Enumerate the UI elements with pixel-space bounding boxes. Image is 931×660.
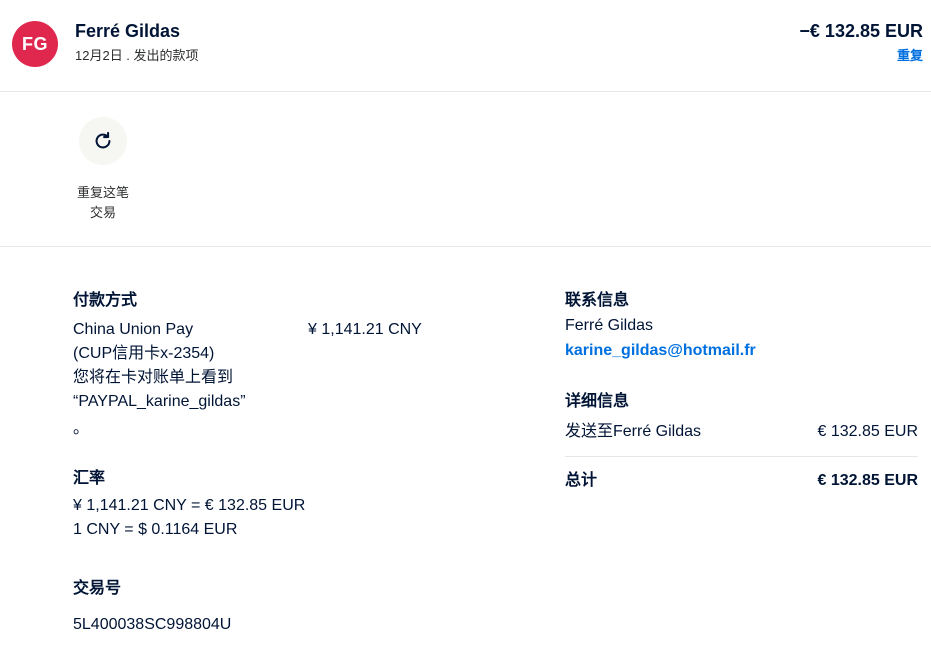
repeat-label-line2: 交易: [89, 205, 116, 220]
payment-method-name: China Union Pay: [73, 321, 194, 338]
statement-descriptor: “PAYPAL_karine_gildas”: [73, 393, 246, 410]
transaction-id-title: 交易号: [73, 580, 122, 597]
details-item-label: 发送至Ferré Gildas: [565, 423, 702, 440]
repeat-button-circle[interactable]: [79, 117, 127, 165]
refresh-icon: [95, 131, 111, 149]
transaction-header: FG Ferré Gildas 12月2日 . 发出的款项 −€ 132.85 …: [0, 0, 931, 92]
total-amount: € 132.85 EUR: [817, 472, 918, 489]
details-divider: [565, 456, 918, 457]
payment-card-info: (CUP信用卡x-2354): [73, 345, 215, 362]
details-title: 详细信息: [565, 393, 630, 410]
payment-method-title: 付款方式: [73, 292, 138, 309]
repeat-transaction-label: 重复这笔 交易: [60, 183, 146, 223]
recipient-name: Ferré Gildas: [75, 21, 181, 41]
contact-email-link[interactable]: karine_gildas@hotmail.fr: [565, 339, 756, 363]
statement-note-end: 。: [73, 420, 90, 437]
details-item-amount: € 132.85 EUR: [817, 423, 918, 440]
transaction-date-type: 12月2日 . 发出的款项: [75, 48, 199, 63]
repeat-label-line1: 重复这笔: [76, 185, 129, 200]
repeat-transaction-button[interactable]: 重复这笔 交易: [60, 117, 146, 223]
exchange-rate-title: 汇率: [73, 470, 106, 487]
contact-info-title: 联系信息: [565, 292, 630, 309]
transaction-id: 5L400038SC998804U: [73, 616, 232, 633]
statement-note: 您将在卡对账单上看到: [73, 369, 234, 386]
exchange-rate: 1 CNY = $ 0.1164 EUR: [73, 521, 238, 538]
actions-bar: 重复这笔 交易: [0, 92, 931, 247]
payment-amount-cny: ¥ 1,141.21 CNY: [308, 321, 422, 338]
exchange-conversion: ¥ 1,141.21 CNY = € 132.85 EUR: [73, 497, 306, 514]
contact-name: Ferré Gildas: [565, 317, 654, 334]
repeat-link[interactable]: 重复: [897, 45, 923, 64]
total-label: 总计: [565, 472, 598, 489]
transaction-amount: −€ 132.85 EUR: [799, 21, 923, 41]
avatar: FG: [12, 21, 58, 67]
